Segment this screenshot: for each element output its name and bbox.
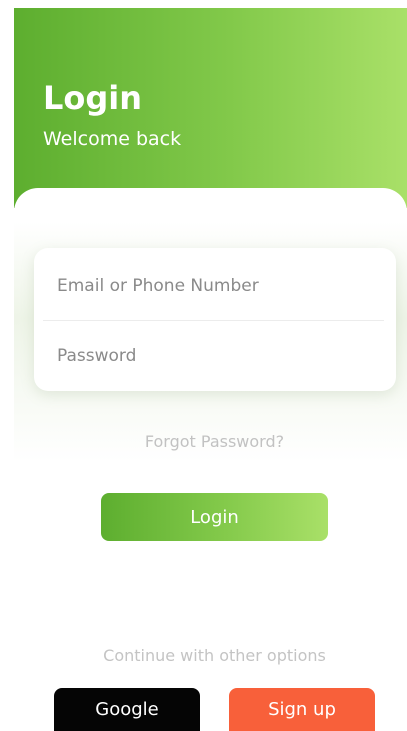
signup-button[interactable]: Sign up xyxy=(229,688,375,731)
login-screen: Login Welcome back Forgot Password? Logi… xyxy=(0,0,407,731)
forgot-password-link[interactable]: Forgot Password? xyxy=(0,432,407,451)
login-button[interactable]: Login xyxy=(101,493,328,541)
page-subtitle: Welcome back xyxy=(43,128,182,150)
continue-options-text: Continue with other options xyxy=(103,646,326,665)
google-button[interactable]: Google xyxy=(54,688,200,731)
email-field[interactable] xyxy=(57,266,382,306)
password-field[interactable] xyxy=(57,336,382,376)
field-divider xyxy=(43,320,384,321)
login-form-card xyxy=(34,248,396,391)
page-title: Login xyxy=(43,79,143,117)
